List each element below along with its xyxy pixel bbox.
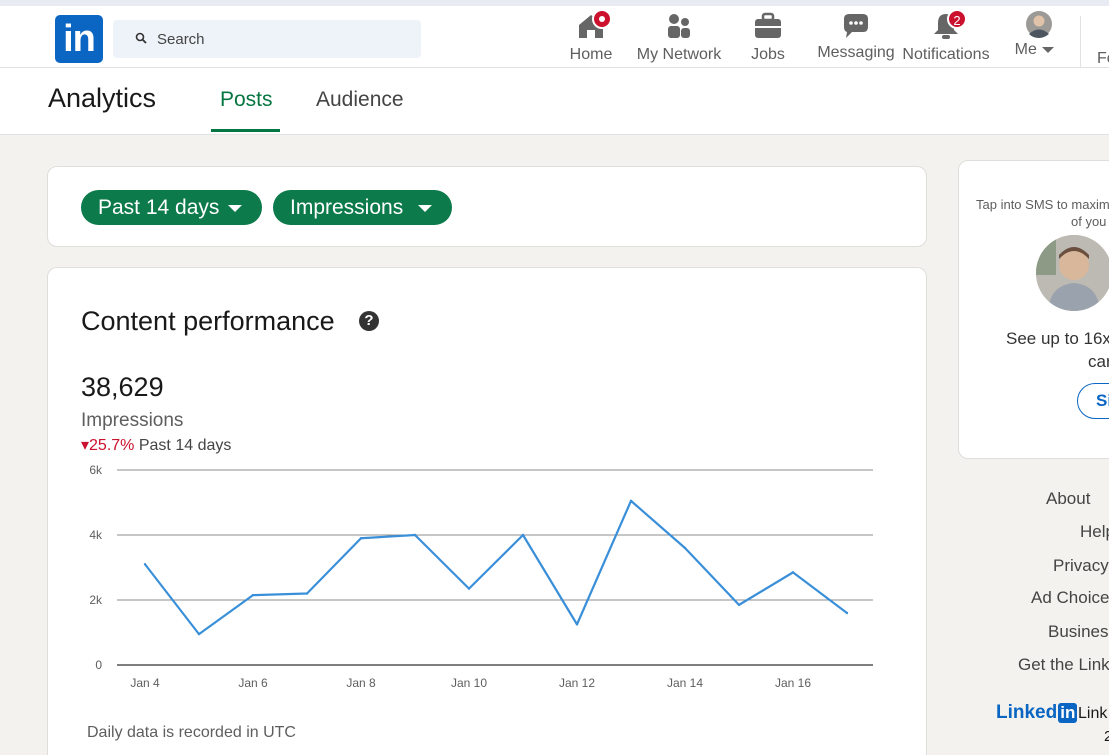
footer-link-privacy[interactable]: Privacy [1053, 556, 1109, 576]
x-tick-label: Jan 16 [775, 676, 811, 690]
data-point [575, 623, 579, 626]
footer-link-about[interactable]: About [1046, 489, 1090, 509]
metric-label: Impressions [290, 196, 404, 219]
search-icon [135, 32, 147, 44]
data-point [737, 603, 741, 607]
nav-messaging[interactable]: Messaging [816, 11, 896, 69]
delta-line: ▾25.7% Past 14 days [81, 435, 231, 455]
nav-label: Me [1014, 41, 1037, 58]
caret-down-icon [418, 205, 432, 212]
data-point [683, 546, 687, 550]
series-line [144, 499, 848, 636]
content-performance-card: Content performance ? 38,629 Impressions… [47, 267, 927, 755]
x-tick-label: Jan 8 [346, 676, 376, 690]
footer-copyright-2: 2 [1104, 728, 1109, 745]
notification-count-badge: 2 [947, 9, 967, 29]
footer-link-help[interactable]: Help [1080, 522, 1109, 542]
utc-note: Daily data is recorded in UTC [87, 724, 296, 741]
data-point [845, 611, 849, 615]
analytics-header: Analytics Posts Audience [0, 68, 1109, 135]
promo-cta-button[interactable]: Si [1077, 383, 1109, 419]
x-tick-label: Jan 4 [130, 676, 160, 690]
data-point [521, 533, 525, 537]
nav-divider [1080, 16, 1081, 68]
delta-percent: 25.7% [89, 437, 135, 454]
nav-overflow-item[interactable]: Fo [1097, 50, 1109, 68]
home-icon [576, 9, 612, 41]
filters-card: Past 14 days Impressions [47, 166, 927, 247]
notification-dot [592, 9, 612, 29]
x-tick-label: Jan 10 [451, 676, 487, 690]
x-tick-label: Jan 14 [667, 676, 703, 690]
promo-card: Tap into SMS to maxim of you See up to 1… [958, 160, 1109, 459]
data-point [305, 592, 309, 595]
metric-name: Impressions [81, 410, 184, 431]
y-tick-label: 0 [95, 658, 102, 672]
nav-label: Notifications [902, 46, 990, 63]
footer-copyright: Link [1078, 705, 1108, 722]
search-box[interactable] [113, 20, 421, 58]
brand-in-box: in [1058, 703, 1078, 723]
nav-me[interactable]: Me [1010, 11, 1060, 69]
people-icon [664, 11, 694, 41]
promo-headline-2: car [1088, 352, 1109, 371]
nav-jobs[interactable]: Jobs [748, 11, 788, 69]
data-point [359, 537, 363, 540]
footer-link-business[interactable]: Business [1048, 622, 1109, 642]
avatar [1020, 11, 1052, 41]
section-title: Content performance [81, 306, 335, 336]
trend-down-icon: ▾ [81, 437, 90, 454]
brand-text: Linked [996, 702, 1058, 723]
nav-home[interactable]: Home [566, 9, 616, 69]
linkedin-logo[interactable]: in [55, 15, 103, 63]
tab-posts[interactable]: Posts [220, 88, 273, 112]
y-tick-label: 2k [89, 593, 103, 607]
date-range-label: Past 14 days [98, 196, 220, 219]
help-icon[interactable]: ? [359, 311, 379, 331]
promo-headline: See up to 16x [1006, 329, 1109, 348]
x-tick-label: Jan 12 [559, 676, 595, 690]
data-point [197, 632, 201, 636]
nav-label: Jobs [751, 46, 785, 63]
promo-text-2: of you [1071, 214, 1107, 229]
nav-my-network[interactable]: My Network [633, 11, 725, 69]
x-tick-label: Jan 6 [238, 676, 268, 690]
nav-label: Home [569, 46, 613, 63]
data-point [251, 593, 255, 597]
bell-icon: 2 [931, 9, 967, 41]
nav-label: My Network [636, 46, 722, 63]
data-point [413, 533, 417, 537]
impressions-line-chart: 0 2k 4k 6k Jan 4 Jan 6 Jan 8 Jan 10 Jan 12 Jan 14… [89, 463, 873, 690]
top-nav: in Home My Network [0, 0, 1109, 68]
metric-dropdown[interactable]: Impressions [273, 190, 452, 225]
chevron-down-icon [1042, 46, 1055, 53]
data-point [467, 587, 471, 590]
tab-audience[interactable]: Audience [316, 88, 404, 112]
y-tick-label: 4k [89, 528, 103, 542]
data-point [791, 571, 795, 574]
footer-link-ad-choices[interactable]: Ad Choices [1031, 588, 1109, 608]
nav-notifications[interactable]: 2 Notifications [899, 9, 993, 69]
data-point [143, 563, 147, 566]
me-label-wrap: Me [1010, 41, 1060, 59]
page-title: Analytics [48, 83, 157, 113]
nav-label: Messaging [817, 44, 895, 61]
active-tab-indicator [211, 129, 280, 132]
footer-link-get-app[interactable]: Get the Linke [1018, 655, 1109, 675]
chat-icon [841, 11, 871, 41]
promo-photo [1036, 235, 1109, 311]
data-point [629, 499, 633, 503]
delta-period: Past 14 days [138, 437, 232, 454]
search-input[interactable] [157, 20, 407, 58]
date-range-dropdown[interactable]: Past 14 days [81, 190, 262, 225]
impressions-total: 38,629 [81, 372, 164, 402]
promo-text: Tap into SMS to maxim [976, 197, 1109, 212]
y-tick-label: 6k [89, 463, 103, 477]
linkedin-footer-logo: Linked in [996, 702, 1078, 724]
caret-down-icon [228, 205, 242, 212]
briefcase-icon [753, 11, 783, 41]
